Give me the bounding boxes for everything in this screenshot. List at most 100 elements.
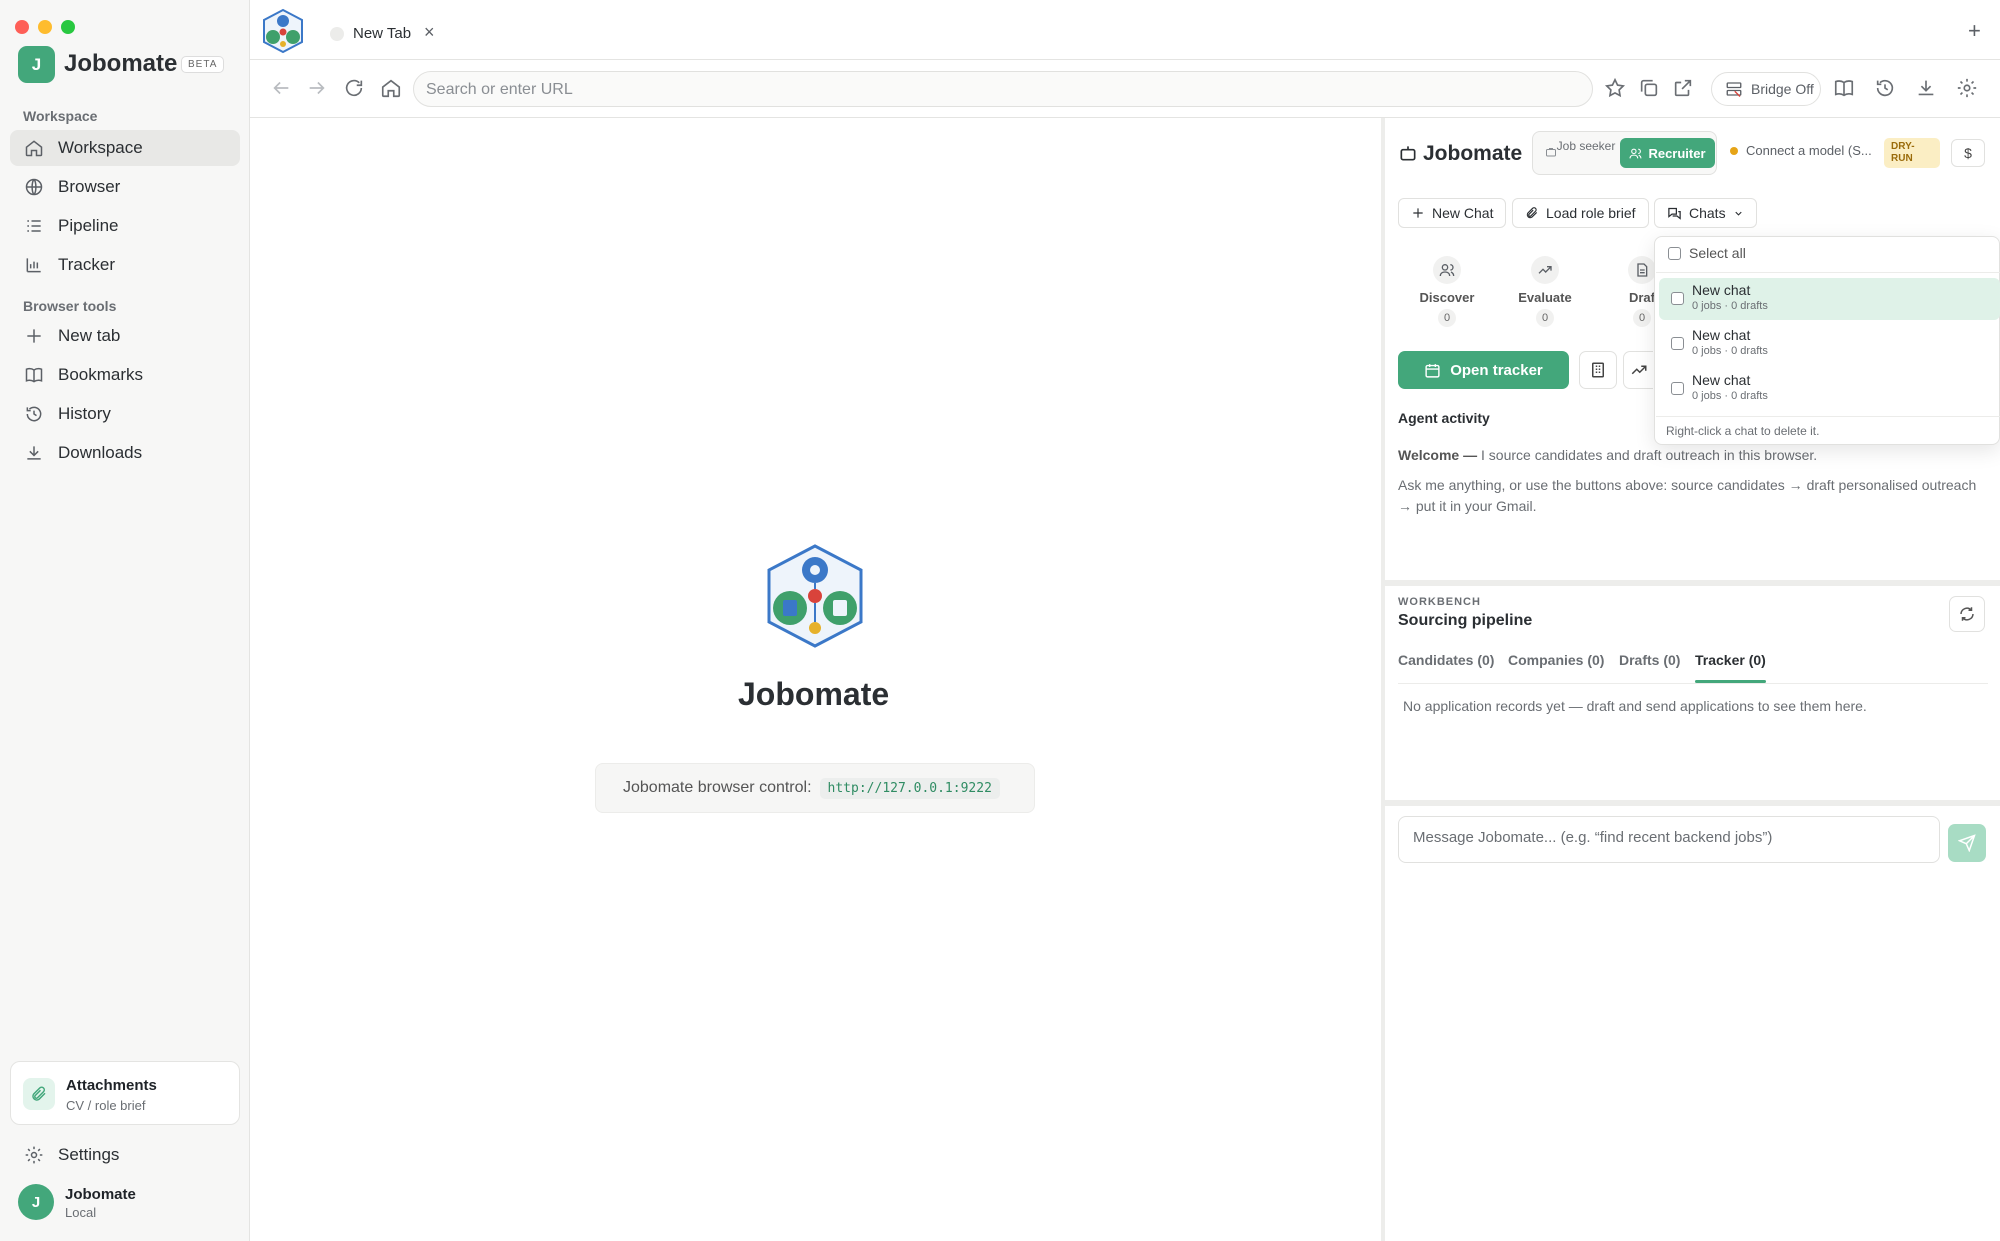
url-input[interactable]: Search or enter URL — [413, 71, 1593, 107]
mode-job-seeker-button[interactable]: Job seeker — [1556, 140, 1616, 153]
sidebar-item-history[interactable]: History — [10, 396, 240, 432]
bridge-control-url[interactable]: http://127.0.0.1:9222 — [819, 777, 1000, 799]
connect-model-button[interactable]: Connect a model (S... — [1730, 143, 1872, 158]
stage-count: 0 — [1536, 309, 1554, 327]
beta-badge: BETA — [181, 56, 225, 73]
new-chat-button[interactable]: New Chat — [1398, 198, 1507, 228]
copy-icon[interactable] — [1638, 77, 1662, 101]
stage-discover[interactable]: Discover 0 — [1402, 256, 1492, 327]
trend-button[interactable] — [1623, 351, 1653, 389]
select-all-checkbox[interactable]: Select all — [1668, 245, 1746, 261]
select-all-label: Select all — [1689, 245, 1746, 261]
sidebar-item-tracker[interactable]: Tracker — [10, 247, 240, 283]
reload-icon[interactable] — [343, 77, 367, 101]
trending-up-icon — [1630, 361, 1648, 379]
page-title: Jobomate — [738, 676, 890, 712]
workbench-label: WORKBENCH — [1398, 596, 1481, 608]
stage-evaluate[interactable]: Evaluate 0 — [1500, 256, 1590, 327]
sidebar-item-downloads[interactable]: Downloads — [10, 435, 240, 471]
refresh-button[interactable] — [1949, 596, 1985, 632]
ask-message: Ask me anything, or use the buttons abov… — [1398, 477, 1977, 514]
forward-arrow-icon[interactable] — [306, 77, 330, 101]
gear-icon — [24, 1145, 44, 1165]
welcome-bold: Welcome — — [1398, 447, 1478, 463]
close-window-button[interactable] — [15, 20, 29, 34]
robot-icon — [1398, 143, 1418, 163]
bar-chart-icon — [24, 255, 44, 275]
avatar[interactable]: J — [18, 1184, 54, 1220]
sidebar-item-browser[interactable]: Browser — [10, 169, 240, 205]
new-chat-label: New Chat — [1432, 205, 1494, 221]
brand-logo: J — [18, 46, 55, 83]
chat-item-meta: 0 jobs · 0 drafts — [1692, 300, 1768, 312]
users-icon — [1433, 256, 1461, 284]
dropdown-divider — [1656, 416, 2000, 417]
checkbox[interactable] — [1671, 382, 1684, 395]
plus-icon — [1411, 206, 1425, 220]
sidebar-item-label: Pipeline — [58, 216, 119, 235]
home-icon[interactable] — [380, 77, 404, 101]
checkbox[interactable] — [1671, 292, 1684, 305]
mode-recruiter-button[interactable]: Recruiter — [1620, 138, 1715, 168]
maximize-window-button[interactable] — [61, 20, 75, 34]
tab-candidates[interactable]: Candidates (0) — [1398, 652, 1494, 668]
tab-companies[interactable]: Companies (0) — [1508, 652, 1604, 668]
divider — [1385, 800, 2000, 806]
sidebar-item-label: Tracker — [58, 255, 115, 274]
company-button[interactable] — [1579, 351, 1617, 389]
agent-activity-title: Agent activity — [1398, 410, 1490, 426]
tab-title[interactable]: New Tab — [353, 25, 411, 42]
gear-icon[interactable] — [1956, 77, 1980, 101]
chat-item[interactable]: New chat 0 jobs · 0 drafts — [1659, 278, 2000, 320]
reader-icon[interactable] — [1833, 77, 1857, 101]
load-role-brief-button[interactable]: Load role brief — [1512, 198, 1649, 228]
plus-icon — [24, 326, 44, 346]
bridge-toggle-button[interactable]: Bridge Off — [1711, 72, 1821, 106]
download-icon — [24, 443, 44, 463]
sidebar-item-label: Settings — [58, 1145, 120, 1164]
paperclip-icon — [23, 1078, 55, 1110]
message-input[interactable]: Message Jobomate... (e.g. “find recent b… — [1398, 816, 1940, 863]
attachments-card[interactable]: Attachments CV / role brief — [10, 1061, 240, 1125]
back-arrow-icon[interactable] — [270, 77, 294, 101]
dropdown-footer-hint: Right-click a chat to delete it. — [1666, 424, 1820, 438]
external-link-icon[interactable] — [1672, 77, 1696, 101]
divider — [1385, 580, 2000, 586]
tab-bar — [250, 0, 2000, 60]
tab-tracker[interactable]: Tracker (0) — [1695, 652, 1766, 668]
chats-dropdown-button[interactable]: Chats — [1654, 198, 1757, 228]
send-button[interactable] — [1948, 824, 1986, 862]
trending-up-icon — [1531, 256, 1559, 284]
open-tracker-label: Open tracker — [1450, 361, 1543, 379]
history-icon[interactable] — [1874, 77, 1898, 101]
cost-button[interactable]: $ — [1951, 139, 1985, 167]
bridge-control-label: Jobomate browser control: — [623, 779, 812, 796]
sidebar-item-settings[interactable]: Settings — [10, 1137, 240, 1173]
tab-favicon — [330, 27, 344, 41]
checkbox[interactable] — [1668, 246, 1681, 260]
sidebar-item-workspace[interactable]: Workspace — [10, 130, 240, 166]
empty-state-text: No application records yet — draft and s… — [1403, 698, 1867, 714]
tab-close-icon[interactable]: × — [424, 22, 435, 43]
minimize-window-button[interactable] — [38, 20, 52, 34]
sidebar-item-label: Downloads — [58, 443, 143, 462]
sidebar-item-bookmarks[interactable]: Bookmarks — [10, 357, 240, 393]
new-tab-button[interactable]: + — [1968, 18, 1981, 44]
download-icon[interactable] — [1915, 77, 1939, 101]
chat-item[interactable]: New chat 0 jobs · 0 drafts — [1659, 368, 2000, 410]
sidebar-item-label: Workspace — [58, 138, 143, 157]
sidebar-item-pipeline[interactable]: Pipeline — [10, 208, 240, 244]
chat-item-meta: 0 jobs · 0 drafts — [1692, 345, 1768, 357]
chats-label: Chats — [1689, 205, 1726, 221]
chat-item-name: New chat — [1692, 327, 1751, 343]
checkbox[interactable] — [1671, 337, 1684, 350]
tab-drafts[interactable]: Drafts (0) — [1619, 652, 1680, 668]
stage-label: Evaluate — [1518, 290, 1572, 305]
app-logo-icon — [763, 542, 867, 650]
chat-item[interactable]: New chat 0 jobs · 0 drafts — [1659, 323, 2000, 365]
open-tracker-button[interactable]: Open tracker — [1398, 351, 1569, 389]
stage-count: 0 — [1633, 309, 1651, 327]
sidebar-item-new-tab[interactable]: New tab — [10, 318, 240, 354]
brand-name: Jobomate — [64, 50, 178, 77]
star-icon[interactable] — [1604, 77, 1628, 101]
